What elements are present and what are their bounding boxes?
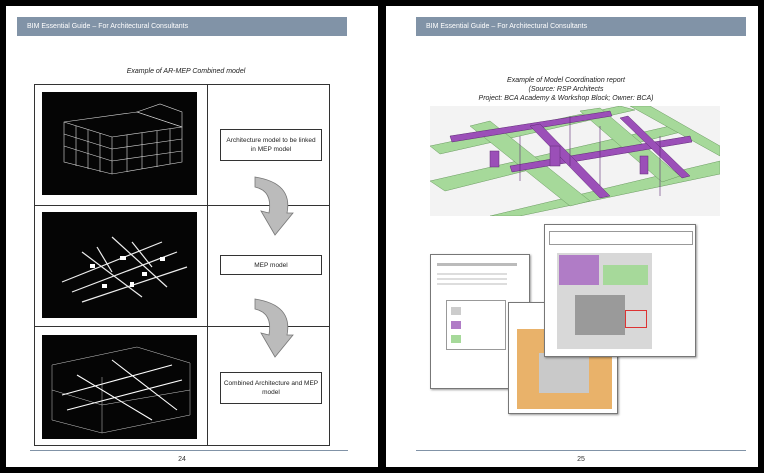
combined-model-label: Combined Architecture and MEP model <box>220 372 322 404</box>
combined-model-image <box>42 335 197 439</box>
right-page-number: 25 <box>577 456 585 463</box>
architecture-model-label: Architecture model to be linked in MEP m… <box>220 129 322 161</box>
caption-line-2: (Source: RSP Architects <box>528 86 604 93</box>
caption-line-3: Project: BCA Academy & Workshop Block; O… <box>478 95 654 102</box>
curved-arrow-icon <box>254 298 294 358</box>
left-footer-line <box>30 450 348 451</box>
mep-model-image <box>42 212 197 318</box>
right-footer-line <box>416 450 746 451</box>
book-spread: BIM Essential Guide – For Architectural … <box>0 0 764 473</box>
architecture-model-image <box>42 92 197 195</box>
coordination-model-image <box>430 106 720 216</box>
report-sheet-front <box>544 224 696 357</box>
right-page: BIM Essential Guide – For Architectural … <box>386 6 758 467</box>
right-page-caption: Example of Model Coordination report (So… <box>456 76 676 103</box>
mep-model-label: MEP model <box>220 255 322 275</box>
right-page-header: BIM Essential Guide – For Architectural … <box>416 17 746 36</box>
left-page-header: BIM Essential Guide – For Architectural … <box>17 17 347 36</box>
left-page-number: 24 <box>178 456 186 463</box>
curved-arrow-icon <box>254 176 294 236</box>
left-page: BIM Essential Guide – For Architectural … <box>6 6 378 467</box>
caption-line-1: Example of Model Coordination report <box>507 77 625 84</box>
combined-model-table: Architecture model to be linked in MEP m… <box>34 84 330 446</box>
left-page-caption: Example of AR-MEP Combined model <box>126 68 246 75</box>
